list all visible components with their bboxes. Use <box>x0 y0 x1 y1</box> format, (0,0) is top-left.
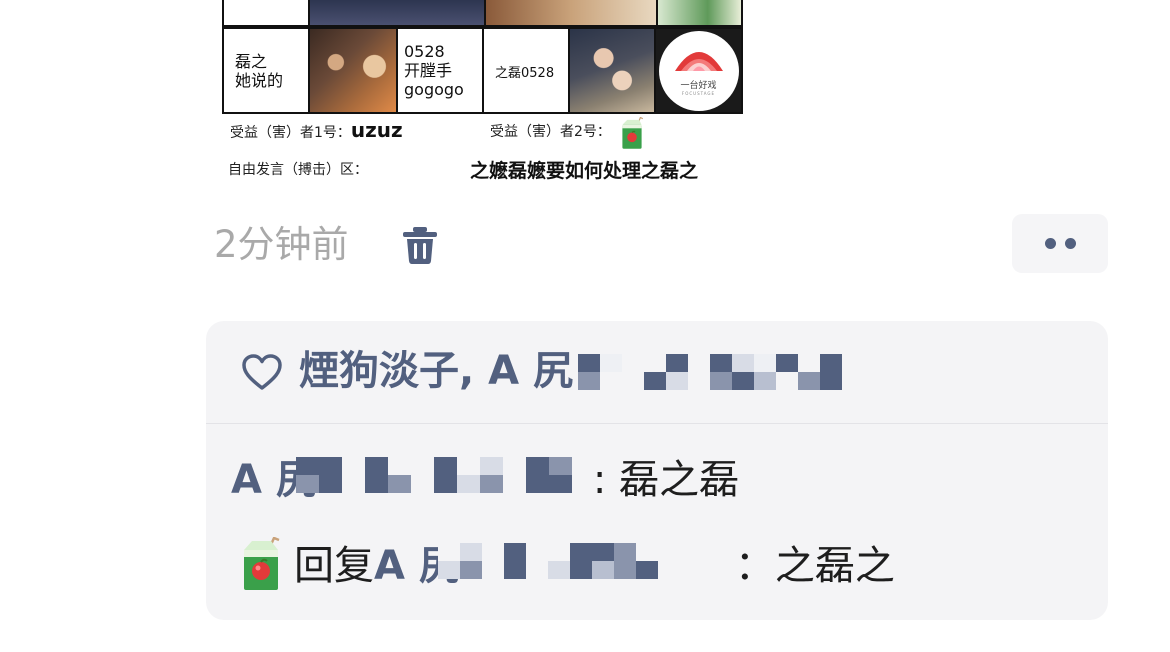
more-options-button[interactable] <box>1012 214 1108 273</box>
more-dots-icon <box>1064 238 1076 249</box>
logo-name: 一台好戏 <box>680 81 717 91</box>
meme-image[interactable]: 磊之 她说的 0528 开膛手 gogogo 之磊0528 一台好戏 FOCUS… <box>222 0 743 186</box>
reply-label: 回复 <box>294 543 374 589</box>
meme-cell-text: 磊之 她说的 <box>224 29 310 112</box>
reply-text: ：之磊之 <box>734 543 895 589</box>
logo-mark-icon <box>674 52 723 71</box>
meme-cell-label: 0528 开膛手 gogogo <box>404 42 464 99</box>
free-speech-text: 之嬷磊嬷要如何处理之磊之 <box>470 160 699 182</box>
meme-cell-label: 之磊0528 <box>495 66 555 81</box>
focustage-logo: 一台好戏 FOCUSTAGE <box>658 30 739 111</box>
meme-top-strip <box>222 0 743 27</box>
meme-photo <box>310 29 398 112</box>
meme-logo-cell: 一台好戏 FOCUSTAGE <box>656 29 741 112</box>
juice-box-icon[interactable] <box>241 537 281 592</box>
post-time: 2分钟前 <box>214 223 349 266</box>
interaction-panel: 煙狗淡子, A 尻 A 尻: 磊之磊 回复A 尻：之磊之 <box>206 321 1108 620</box>
juice-box-icon <box>622 117 644 149</box>
trash-icon[interactable] <box>401 225 439 265</box>
free-speech-label: 自由发言（搏击）区： <box>228 162 368 178</box>
censored-mosaic <box>296 457 572 493</box>
meme-grid: 磊之 她说的 0528 开膛手 gogogo 之磊0528 一台好戏 FOCUS… <box>222 27 743 114</box>
beneficiary-1: 受益（害）者1号：uzuz <box>230 118 403 142</box>
meme-cell-label: 磊之 她说的 <box>235 52 284 90</box>
meme-photo <box>570 29 656 112</box>
censored-mosaic <box>578 354 842 390</box>
beneficiary-1-label: 受益（害）者1号： <box>230 125 351 141</box>
beneficiary-2-label: 受益（害）者2号： <box>490 124 611 140</box>
comment-text: : 磊之磊 <box>592 457 740 503</box>
likes-row[interactable]: 煙狗淡子, A 尻 <box>206 321 1108 424</box>
beneficiary-2: 受益（害）者2号： <box>490 121 611 141</box>
beneficiary-1-value: uzuz <box>350 118 403 142</box>
meme-cell-text: 0528 开膛手 gogogo <box>398 29 484 112</box>
liked-by-names[interactable]: 煙狗淡子, A 尻 <box>299 345 573 397</box>
logo-subtitle: FOCUSTAGE <box>681 91 716 96</box>
more-dots-icon <box>1044 238 1056 249</box>
censored-mosaic <box>438 543 702 579</box>
meme-cell-text: 之磊0528 <box>484 29 570 112</box>
heart-outline-icon[interactable] <box>241 353 283 391</box>
